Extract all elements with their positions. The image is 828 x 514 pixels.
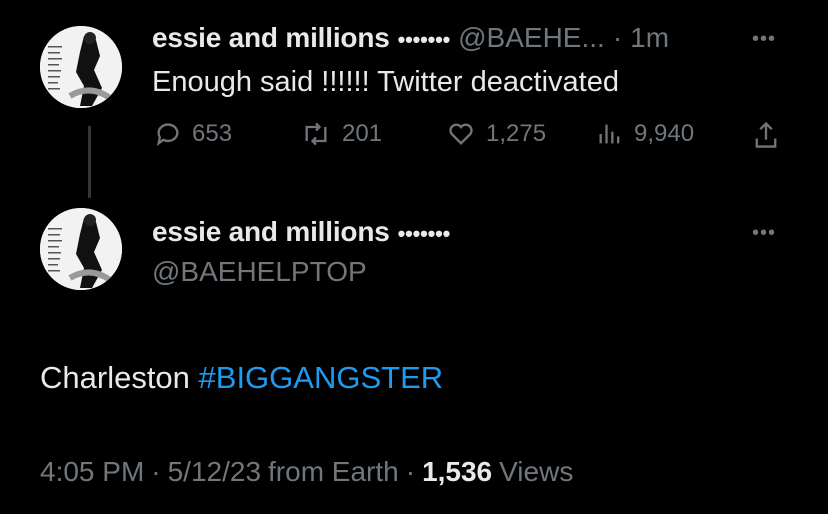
views-count: 9,940 <box>634 120 695 147</box>
separator: · <box>151 456 161 487</box>
like-icon <box>449 123 473 145</box>
reply-icon <box>156 123 179 147</box>
views-label: Views <box>499 456 574 487</box>
tweet-source: from Earth <box>268 456 399 487</box>
thread-line <box>88 126 91 198</box>
retweet-button[interactable]: 201 <box>300 120 382 148</box>
share-button[interactable] <box>752 120 780 150</box>
avatar[interactable] <box>40 208 122 290</box>
views-icon <box>599 124 620 144</box>
more-options-button[interactable]: ••• <box>752 28 776 51</box>
tweet-time[interactable]: 4:05 PM <box>40 456 144 488</box>
tweet-text: Enough said !!!!!! Twitter deactivated <box>152 66 619 98</box>
author-handle[interactable]: @BAEHE... <box>458 22 605 54</box>
tweet-header: essie and millions ••••••• @BAEHE... · 1… <box>152 22 669 54</box>
author-handle[interactable]: @BAEHELPTOP <box>152 256 367 288</box>
timestamp[interactable]: 1m <box>630 22 669 54</box>
reply-count: 653 <box>192 120 233 147</box>
tweet-date[interactable]: 5/12/23 <box>168 456 261 488</box>
tweet-text-plain: Charleston <box>40 360 199 395</box>
tweet-metadata: 4:05 PM · 5/12/23 from Earth · 1,536 Vie… <box>40 456 573 488</box>
views-count: 1,536 <box>422 456 493 487</box>
like-count: 1,275 <box>486 120 547 147</box>
reply-button[interactable]: 653 <box>154 120 232 148</box>
author-badge: ••••••• <box>397 27 451 52</box>
share-icon <box>755 121 777 148</box>
tweet-text: Charleston #BIGGANGSTER <box>40 360 443 396</box>
author-badge: ••••••• <box>397 221 451 246</box>
views-button[interactable]: 9,940 <box>596 120 694 148</box>
more-options-button[interactable]: ••• <box>752 222 776 245</box>
author-name[interactable]: essie and millions <box>152 216 390 248</box>
avatar[interactable] <box>40 26 122 108</box>
tweet-header: essie and millions ••••••• <box>152 216 450 248</box>
author-name[interactable]: essie and millions <box>152 22 390 54</box>
separator: · <box>405 456 416 487</box>
like-button[interactable]: 1,275 <box>446 120 546 148</box>
retweet-count: 201 <box>342 120 383 147</box>
hashtag-link[interactable]: #BIGGANGSTER <box>199 360 444 395</box>
separator: · <box>612 22 623 53</box>
retweet-icon <box>305 122 327 146</box>
